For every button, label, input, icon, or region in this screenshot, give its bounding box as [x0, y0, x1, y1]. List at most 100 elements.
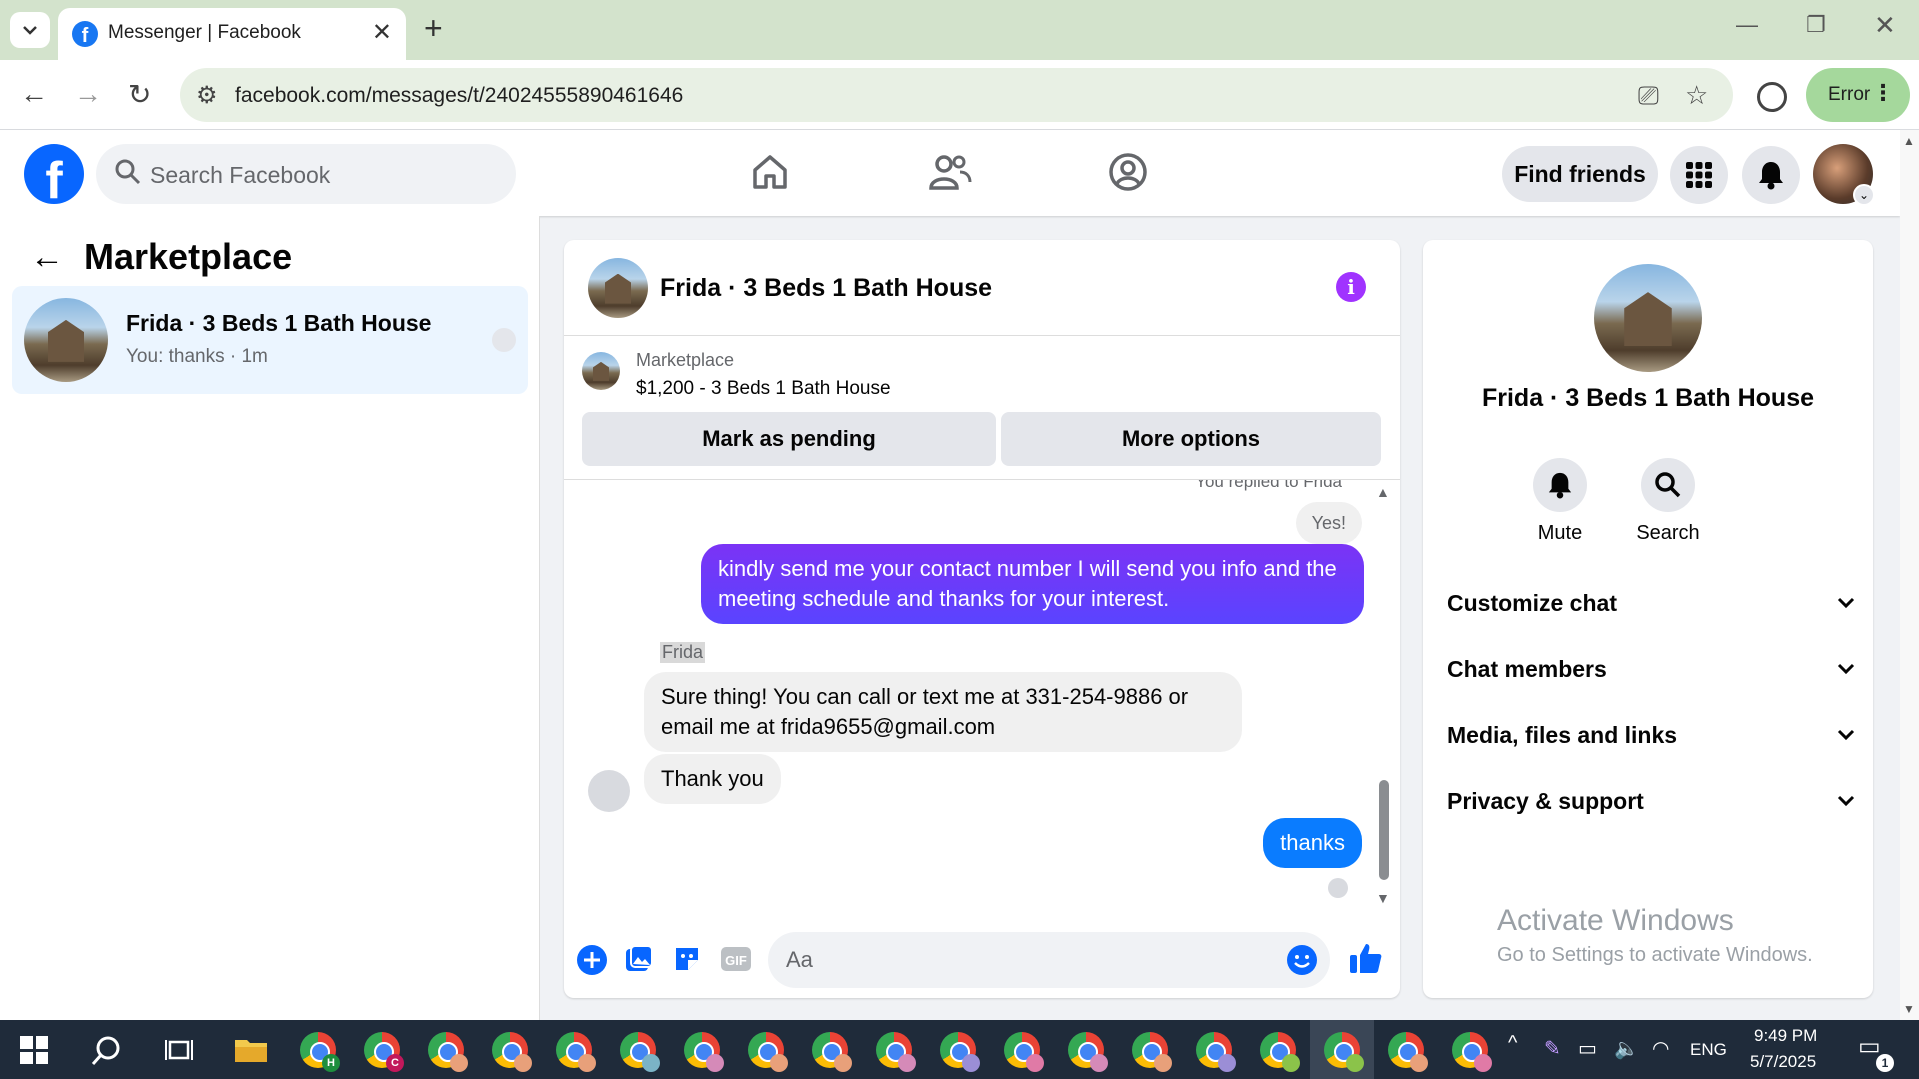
- friends-icon[interactable]: [928, 152, 972, 192]
- chrome-app-icon[interactable]: [1068, 1032, 1108, 1072]
- scrollbar-thumb[interactable]: [1379, 780, 1389, 880]
- language-indicator[interactable]: ENG: [1690, 1040, 1727, 1060]
- restore-button[interactable]: ❐: [1806, 12, 1826, 38]
- site-settings-icon[interactable]: ⚙: [196, 81, 218, 110]
- notifications-button[interactable]: [1742, 146, 1800, 204]
- chrome-app-icon[interactable]: [1324, 1032, 1364, 1072]
- chrome-app-icon[interactable]: [1132, 1032, 1172, 1072]
- grid-menu-icon: [1686, 162, 1712, 188]
- home-icon[interactable]: [750, 152, 790, 192]
- clock-time[interactable]: 9:49 PM: [1754, 1026, 1817, 1046]
- incoming-message[interactable]: Sure thing! You can call or text me at 3…: [644, 672, 1242, 752]
- chrome-app-icon[interactable]: [940, 1032, 980, 1072]
- scroll-up-icon[interactable]: ▲: [1903, 134, 1915, 148]
- profile-error-button[interactable]: Error ⋮: [1806, 68, 1910, 122]
- profile-icon[interactable]: [1757, 82, 1787, 112]
- mute-button[interactable]: Mute: [1515, 458, 1605, 545]
- facebook-search-input[interactable]: Search Facebook: [96, 144, 516, 204]
- outgoing-message[interactable]: thanks: [1263, 818, 1362, 868]
- pen-icon[interactable]: ✎: [1544, 1036, 1561, 1061]
- emoji-icon[interactable]: [1286, 944, 1318, 976]
- chrome-app-icon[interactable]: [556, 1032, 596, 1072]
- facebook-favicon-icon: f: [72, 21, 98, 47]
- groups-icon[interactable]: [1108, 152, 1148, 192]
- address-bar[interactable]: ⚙ facebook.com/messages/t/24024555890461…: [180, 68, 1733, 122]
- back-icon[interactable]: ←: [20, 78, 48, 110]
- chrome-app-icon[interactable]: [748, 1032, 788, 1072]
- scroll-up-icon[interactable]: ▲: [1376, 484, 1390, 500]
- svg-text:GIF: GIF: [725, 953, 747, 968]
- file-explorer-icon[interactable]: [234, 1034, 268, 1064]
- photo-icon[interactable]: [624, 944, 654, 974]
- chat-avatar[interactable]: [588, 258, 648, 318]
- volume-icon[interactable]: 🔈: [1614, 1036, 1639, 1061]
- mark-as-pending-button[interactable]: Mark as pending: [582, 412, 996, 466]
- close-tab-icon[interactable]: ✕: [372, 18, 392, 47]
- conversation-preview: You: thanks · 1m: [126, 346, 268, 367]
- privacy-support-row[interactable]: Privacy & support: [1447, 788, 1857, 828]
- bookmark-star-icon[interactable]: ☆: [1685, 80, 1708, 111]
- profile-photo[interactable]: [1594, 264, 1702, 372]
- chrome-app-icon[interactable]: [1260, 1032, 1300, 1072]
- chat-title[interactable]: Frida · 3 Beds 1 Bath House: [660, 274, 992, 303]
- plus-circle-icon[interactable]: [576, 944, 608, 976]
- chrome-app-icon[interactable]: [1452, 1032, 1492, 1072]
- listing-title[interactable]: $1,200 - 3 Beds 1 Bath House: [636, 378, 891, 400]
- chat-members-label: Chat members: [1447, 656, 1607, 682]
- chrome-app-icon[interactable]: [812, 1032, 852, 1072]
- chrome-app-icon[interactable]: [1388, 1032, 1428, 1072]
- search-icon: [1655, 472, 1681, 498]
- install-app-icon[interactable]: ⎚: [1638, 80, 1659, 112]
- chrome-app-icon[interactable]: C: [364, 1032, 404, 1072]
- tab-search-button[interactable]: [10, 12, 50, 48]
- quoted-message[interactable]: Yes!: [1295, 502, 1362, 544]
- chrome-app-icon[interactable]: [1004, 1032, 1044, 1072]
- media-files-links-row[interactable]: Media, files and links: [1447, 722, 1857, 762]
- bell-icon: [1759, 162, 1783, 190]
- scroll-down-icon[interactable]: ▼: [1903, 1002, 1915, 1016]
- account-avatar[interactable]: ⌄: [1813, 144, 1875, 206]
- task-view-icon[interactable]: [164, 1036, 194, 1064]
- back-arrow-icon[interactable]: ←: [30, 238, 64, 277]
- chrome-app-icon[interactable]: [492, 1032, 532, 1072]
- search-icon[interactable]: [90, 1035, 122, 1067]
- active-tab[interactable]: f Messenger | Facebook ✕: [58, 8, 406, 60]
- clock-date[interactable]: 5/7/2025: [1750, 1052, 1816, 1072]
- conversation-item[interactable]: Frida · 3 Beds 1 Bath House You: thanks …: [12, 286, 528, 394]
- chat-members-row[interactable]: Chat members: [1447, 656, 1857, 696]
- windows-start-icon[interactable]: [20, 1036, 48, 1064]
- chrome-app-icon[interactable]: H: [300, 1032, 340, 1072]
- find-friends-button[interactable]: Find friends: [1502, 146, 1658, 202]
- close-window-button[interactable]: ✕: [1874, 10, 1896, 41]
- reload-icon[interactable]: ↻: [128, 78, 151, 111]
- like-thumb-icon[interactable]: [1348, 940, 1384, 976]
- incoming-message[interactable]: Thank you: [644, 754, 781, 804]
- scroll-down-icon[interactable]: ▼: [1376, 890, 1390, 906]
- more-options-button[interactable]: More options: [1001, 412, 1381, 466]
- menu-button[interactable]: [1670, 146, 1728, 204]
- facebook-logo-icon[interactable]: f: [24, 144, 84, 204]
- message-input[interactable]: Aa: [768, 932, 1330, 988]
- battery-icon[interactable]: ▭: [1578, 1036, 1597, 1061]
- customize-chat-row[interactable]: Customize chat: [1447, 590, 1857, 630]
- sender-avatar[interactable]: [588, 770, 630, 812]
- sticker-icon[interactable]: [672, 944, 702, 974]
- chrome-app-icon[interactable]: [1196, 1032, 1236, 1072]
- listing-thumbnail[interactable]: [582, 352, 620, 390]
- info-icon[interactable]: i: [1336, 272, 1366, 302]
- chrome-app-icon[interactable]: [620, 1032, 660, 1072]
- page-scrollbar[interactable]: ▲ ▼: [1900, 130, 1919, 1020]
- chrome-app-icon[interactable]: [428, 1032, 468, 1072]
- reply-note: You replied to Frida: [1195, 480, 1342, 491]
- new-tab-button[interactable]: +: [424, 10, 443, 47]
- gif-icon[interactable]: GIF: [720, 944, 752, 974]
- kebab-menu-icon[interactable]: ⋮: [1872, 80, 1894, 106]
- minimize-button[interactable]: —: [1736, 12, 1758, 38]
- forward-icon[interactable]: →: [74, 78, 102, 110]
- chrome-app-icon[interactable]: [684, 1032, 724, 1072]
- search-in-conversation-button[interactable]: Search: [1623, 458, 1713, 545]
- chrome-app-icon[interactable]: [876, 1032, 916, 1072]
- outgoing-message[interactable]: kindly send me your contact number I wil…: [701, 544, 1364, 624]
- wifi-icon[interactable]: ◠: [1652, 1036, 1669, 1061]
- show-hidden-icons-chevron-icon[interactable]: ^: [1508, 1032, 1517, 1055]
